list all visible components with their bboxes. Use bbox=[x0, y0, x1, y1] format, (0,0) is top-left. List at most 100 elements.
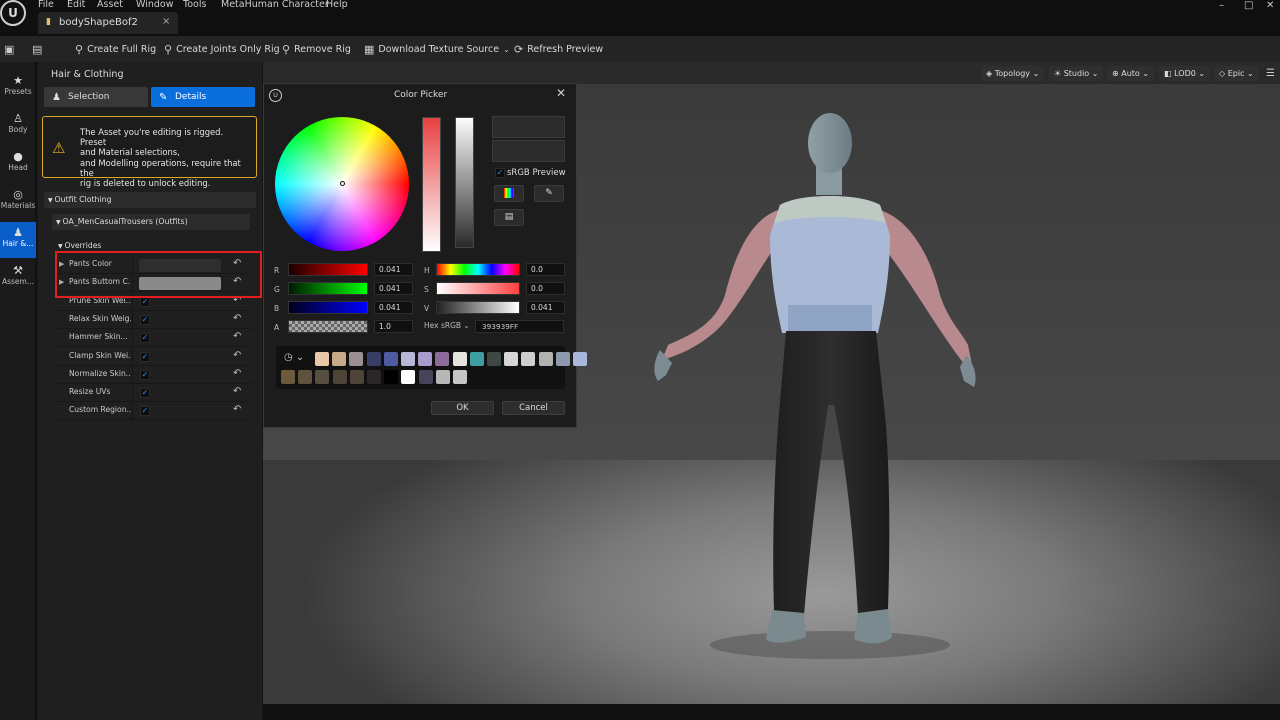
color-wheel-selector[interactable] bbox=[340, 181, 345, 186]
color-swatch[interactable] bbox=[538, 352, 553, 366]
reset-icon[interactable]: ↶ bbox=[233, 386, 241, 397]
color-swatch[interactable] bbox=[418, 352, 433, 366]
remove-rig-button[interactable]: ⚲ Remove Rig bbox=[282, 40, 351, 58]
val-value[interactable]: 0.041 bbox=[526, 301, 565, 314]
color-swatch[interactable] bbox=[521, 352, 536, 366]
color-swatch[interactable] bbox=[573, 352, 587, 366]
eyedropper-button[interactable]: ✎ bbox=[534, 185, 564, 202]
blue-slider[interactable] bbox=[288, 301, 368, 314]
document-tab[interactable]: ▮ bodyShapeBof2 × bbox=[38, 12, 178, 34]
menu-window[interactable]: Window bbox=[136, 0, 173, 9]
color-swatch[interactable] bbox=[332, 352, 347, 366]
red-slider[interactable] bbox=[288, 263, 368, 276]
color-swatch[interactable] bbox=[281, 370, 295, 384]
reset-icon[interactable]: ↶ bbox=[233, 368, 241, 379]
mode-presets[interactable]: ★ Presets bbox=[0, 70, 36, 106]
srgb-preview-checkbox[interactable]: ✓ bbox=[495, 168, 505, 178]
tab-selection[interactable]: ♟ Selection bbox=[44, 87, 148, 107]
reset-icon[interactable]: ↶ bbox=[233, 350, 241, 361]
color-swatch[interactable] bbox=[315, 352, 329, 366]
refresh-preview-button[interactable]: ⟳ Refresh Preview bbox=[514, 40, 603, 58]
alpha-value[interactable]: 1.0 bbox=[374, 320, 413, 333]
hue-slider[interactable] bbox=[436, 263, 520, 276]
menu-metahuman-character[interactable]: MetaHuman Character bbox=[221, 0, 329, 9]
viewport-menu-icon[interactable]: ☰ bbox=[1266, 68, 1275, 79]
property-row[interactable]: Clamp Skin Wei... ✓ ↶ bbox=[56, 347, 252, 366]
quality-dropdown[interactable]: ◇ Epic ⌄ bbox=[1214, 66, 1259, 81]
color-swatch[interactable] bbox=[349, 352, 364, 366]
mode-body[interactable]: ♙ Body bbox=[0, 108, 36, 144]
saturation-slider[interactable] bbox=[422, 117, 441, 252]
color-swatch[interactable] bbox=[453, 370, 467, 384]
color-spectrum-button[interactable]: ▮▮ bbox=[494, 185, 524, 202]
color-swatch[interactable] bbox=[349, 370, 364, 384]
color-swatch[interactable] bbox=[435, 370, 450, 384]
color-swatch[interactable] bbox=[367, 370, 381, 384]
menu-edit[interactable]: Edit bbox=[67, 0, 85, 9]
hex-mode-dropdown[interactable]: Hex sRGB ⌄ bbox=[424, 321, 470, 330]
save-button[interactable]: ▣ bbox=[4, 40, 14, 58]
reset-icon[interactable]: ↶ bbox=[233, 313, 241, 324]
sat-slider[interactable] bbox=[436, 282, 520, 295]
mode-hair-clothing[interactable]: ♟ Hair &... bbox=[0, 222, 36, 258]
reset-icon[interactable]: ↶ bbox=[233, 404, 241, 415]
section-outfit-item[interactable]: ▼ OA_MenCasualTrousers (Outfits) bbox=[52, 214, 250, 230]
color-swatch[interactable] bbox=[401, 352, 415, 366]
ok-button[interactable]: OK bbox=[431, 401, 494, 415]
tab-details[interactable]: ✎ Details bbox=[151, 87, 255, 107]
create-full-rig-button[interactable]: ⚲ Create Full Rig bbox=[75, 40, 156, 58]
recent-colors-menu[interactable]: ◷ ⌄ bbox=[284, 350, 310, 365]
color-swatch[interactable] bbox=[418, 370, 433, 384]
browse-button[interactable]: ▤ bbox=[32, 40, 42, 58]
property-row[interactable]: Resize UVs ✓ ↶ bbox=[56, 384, 252, 403]
unreal-logo-icon[interactable]: U bbox=[0, 0, 26, 26]
color-swatch[interactable] bbox=[452, 352, 467, 366]
tab-close-icon[interactable]: × bbox=[162, 16, 170, 27]
reset-icon[interactable]: ↶ bbox=[233, 331, 241, 342]
property-checkbox[interactable]: ✓ bbox=[140, 406, 150, 417]
green-value[interactable]: 0.041 bbox=[374, 282, 413, 295]
mode-materials[interactable]: ◎ Materials bbox=[0, 184, 36, 220]
minimize-icon[interactable]: – bbox=[1219, 0, 1224, 11]
menu-help[interactable]: Help bbox=[326, 0, 348, 9]
auto-dropdown[interactable]: ⊕ Auto ⌄ bbox=[1107, 66, 1155, 81]
sat-value[interactable]: 0.0 bbox=[526, 282, 565, 295]
close-window-icon[interactable]: ✕ bbox=[1266, 0, 1274, 11]
value-slider[interactable] bbox=[455, 117, 474, 248]
property-row[interactable]: Hammer Skin... ✓ ↶ bbox=[56, 329, 252, 348]
close-icon[interactable]: ✕ bbox=[556, 86, 566, 100]
hex-value-input[interactable]: 393939FF bbox=[475, 320, 564, 333]
lod-dropdown[interactable]: ◧ LOD0 ⌄ bbox=[1159, 66, 1211, 81]
create-joints-only-rig-button[interactable]: ⚲ Create Joints Only Rig bbox=[164, 40, 280, 58]
property-row[interactable]: Normalize Skin... ✓ ↶ bbox=[56, 365, 252, 384]
color-swatch[interactable] bbox=[555, 352, 570, 366]
property-checkbox[interactable]: ✓ bbox=[140, 296, 150, 307]
property-checkbox[interactable]: ✓ bbox=[140, 351, 150, 362]
color-swatch[interactable] bbox=[469, 352, 484, 366]
color-swatch[interactable] bbox=[504, 352, 519, 366]
download-texture-source-button[interactable]: ▦ Download Texture Source ⌄ bbox=[364, 40, 510, 58]
property-row[interactable]: Custom Region... ✓ ↶ bbox=[56, 402, 252, 421]
mode-assembly[interactable]: ⚒ Assem... bbox=[0, 260, 36, 296]
topology-dropdown[interactable]: ◈ Topology ⌄ bbox=[981, 66, 1045, 81]
menu-tools[interactable]: Tools bbox=[183, 0, 206, 9]
color-swatch[interactable] bbox=[401, 370, 416, 384]
property-checkbox[interactable]: ✓ bbox=[140, 388, 150, 399]
studio-dropdown[interactable]: ☀ Studio ⌄ bbox=[1049, 66, 1104, 81]
section-outfit-clothing[interactable]: ▼ Outfit Clothing bbox=[44, 192, 256, 208]
blue-value[interactable]: 0.041 bbox=[374, 301, 413, 314]
color-mode-button[interactable]: ▤ bbox=[494, 209, 524, 226]
alpha-slider[interactable] bbox=[288, 320, 368, 333]
property-checkbox[interactable]: ✓ bbox=[140, 314, 150, 325]
red-value[interactable]: 0.041 bbox=[374, 263, 413, 276]
green-slider[interactable] bbox=[288, 282, 368, 295]
color-swatch[interactable] bbox=[332, 370, 347, 384]
val-slider[interactable] bbox=[436, 301, 520, 314]
color-swatch[interactable] bbox=[384, 370, 399, 384]
color-swatch[interactable] bbox=[366, 352, 381, 366]
property-checkbox[interactable]: ✓ bbox=[140, 369, 150, 380]
color-swatch[interactable] bbox=[383, 352, 398, 366]
color-swatch[interactable] bbox=[298, 370, 313, 384]
property-checkbox[interactable]: ✓ bbox=[140, 333, 150, 344]
property-row[interactable]: Relax Skin Weig... ✓ ↶ bbox=[56, 310, 252, 329]
